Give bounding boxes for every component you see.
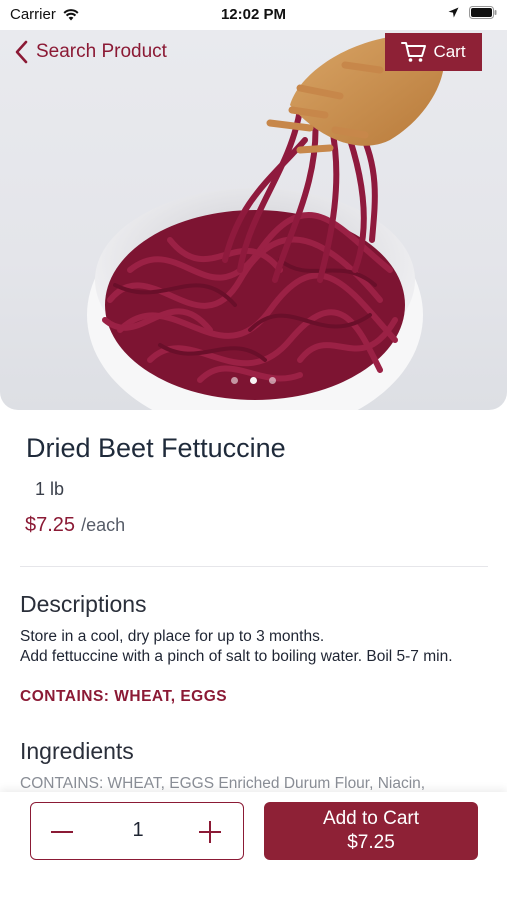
add-to-cart-bar: 1 Add to Cart $7.25 xyxy=(0,792,507,900)
back-label: Search Product xyxy=(36,41,167,62)
descriptions-text: Store in a cool, dry place for up to 3 m… xyxy=(20,627,490,667)
add-to-cart-price: $7.25 xyxy=(347,832,395,853)
price-unit: /each xyxy=(81,515,126,535)
status-time: 12:02 PM xyxy=(220,6,287,23)
price-row: $7.25 /each xyxy=(25,514,125,537)
descriptions-heading: Descriptions xyxy=(20,591,147,617)
location-arrow-icon xyxy=(448,7,459,18)
ingredients-heading: Ingredients xyxy=(20,738,134,764)
add-to-cart-label: Add to Cart xyxy=(322,808,420,829)
product-size: 1 lb xyxy=(35,479,65,499)
divider xyxy=(20,566,488,567)
status-right xyxy=(448,6,497,19)
description-line: Store in a cool, dry place for up to 3 m… xyxy=(20,628,325,645)
product-photo xyxy=(87,34,445,410)
add-to-cart-button[interactable]: Add to Cart $7.25 xyxy=(264,802,478,860)
product-name: Dried Beet Fettuccine xyxy=(26,433,286,463)
page-dot[interactable] xyxy=(231,377,238,384)
chevron-left-icon xyxy=(15,40,28,64)
page-dot-active[interactable] xyxy=(250,377,257,384)
status-bar: Carrier 12:02 PM xyxy=(0,0,507,30)
allergen-warning: CONTAINS: WHEAT, EGGS xyxy=(20,688,228,705)
plus-icon[interactable] xyxy=(195,817,225,847)
description-line: Add fettuccine with a pinch of salt to b… xyxy=(20,648,453,665)
ingredients-text: CONTAINS: WHEAT, EGGS Enriched Durum Flo… xyxy=(20,775,426,792)
cart-icon xyxy=(401,42,427,62)
back-button[interactable]: Search Product xyxy=(14,40,167,64)
quantity-stepper: 1 xyxy=(30,802,244,860)
cart-button[interactable]: Cart xyxy=(385,33,482,71)
carousel-page-indicator[interactable] xyxy=(0,377,507,384)
battery-icon xyxy=(469,6,497,19)
product-image-carousel[interactable]: Search Product Cart xyxy=(0,30,507,410)
product-price: $7.25 xyxy=(25,514,76,536)
cart-label: Cart xyxy=(433,42,466,61)
page-dot[interactable] xyxy=(269,377,276,384)
